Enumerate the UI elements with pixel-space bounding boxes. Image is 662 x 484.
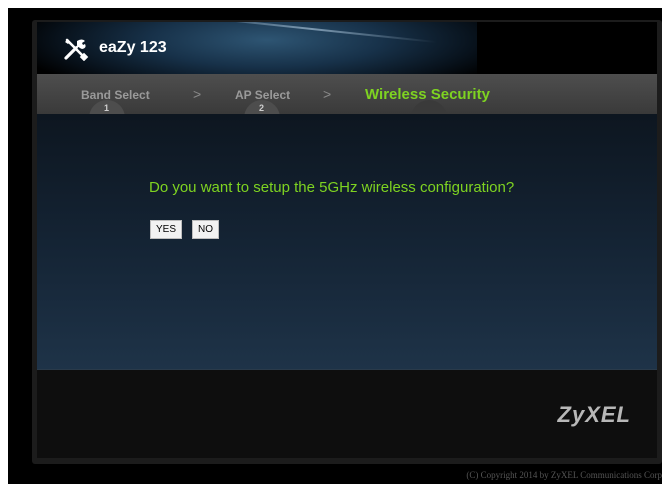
wizard-panel: eaZy 123 Band Select > AP Select > Wirel… — [37, 22, 657, 458]
setup-question: Do you want to setup the 5GHz wireless c… — [149, 179, 515, 196]
chevron-right-icon: > — [193, 86, 202, 102]
app-title: eaZy 123 — [99, 39, 167, 56]
yes-button[interactable]: YES — [150, 220, 183, 239]
step-bar: Band Select > AP Select > Wireless Secur… — [37, 74, 657, 114]
main-content: Do you want to setup the 5GHz wireless c… — [37, 114, 657, 369]
step-label-band-select: Band Select — [81, 88, 150, 102]
header-banner: eaZy 123 — [37, 22, 657, 74]
copyright-text: (C) Copyright 2014 by ZyXEL Communicatio… — [466, 470, 662, 480]
tools-icon — [63, 37, 89, 62]
zyxel-logo: ZyXEL — [557, 402, 631, 427]
chevron-right-icon: > — [323, 86, 332, 102]
no-button[interactable]: NO — [192, 220, 219, 239]
footer: ZyXEL — [37, 370, 657, 458]
